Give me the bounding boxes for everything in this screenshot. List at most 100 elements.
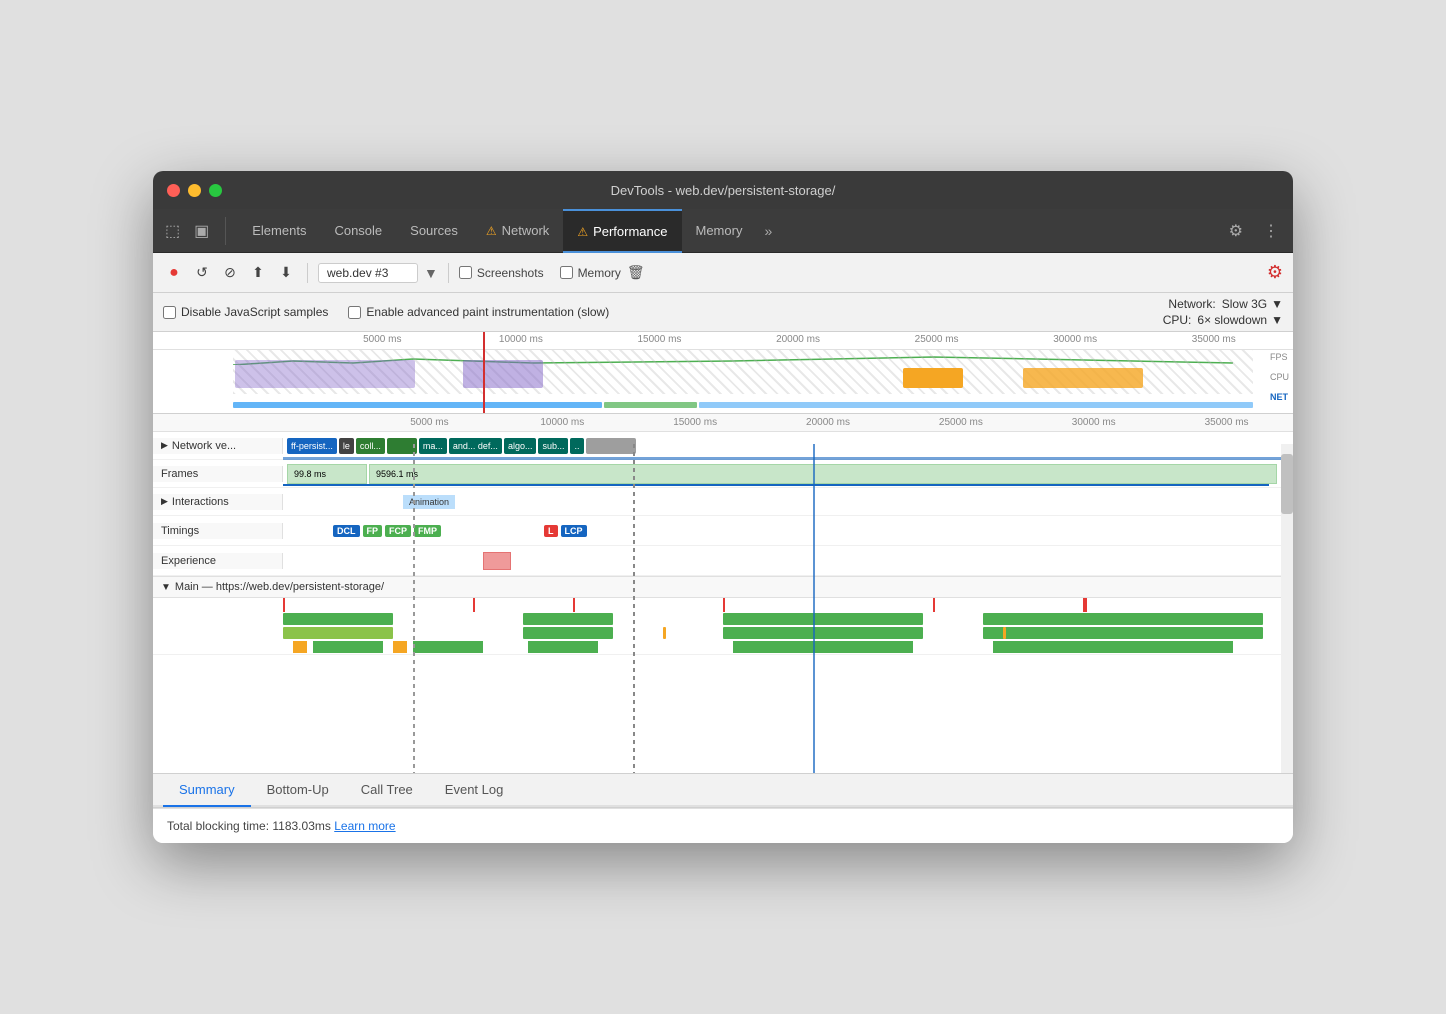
network-setting-label: Network:	[1168, 297, 1215, 311]
flame-chart-area[interactable]	[153, 598, 1293, 655]
timeline-cursor[interactable]	[483, 332, 485, 413]
overview-right-labels: FPS CPU NET	[1270, 352, 1289, 402]
red-tick-5	[933, 598, 935, 612]
advanced-paint-checkbox[interactable]	[348, 306, 361, 319]
ruler-30000: 30000 ms	[1006, 334, 1145, 349]
frames-track-content[interactable]: 99.8 ms 9596.1 ms	[283, 460, 1281, 488]
main-section-arrow[interactable]: ▼	[161, 582, 171, 593]
network-chip-7[interactable]: sub...	[538, 438, 568, 454]
memory-checkbox[interactable]	[560, 266, 573, 279]
network-track-content[interactable]: ff-persist... le coll... ma... and... de…	[283, 432, 1281, 460]
url-dropdown[interactable]: ▼	[424, 265, 438, 281]
experience-track-content[interactable]	[283, 546, 1281, 576]
tab-call-tree[interactable]: Call Tree	[345, 774, 429, 805]
record-button[interactable]: ●	[163, 262, 185, 284]
timing-lcp[interactable]: LCP	[561, 525, 587, 537]
timing-fp[interactable]: FP	[363, 525, 383, 537]
main-ruler-20000: 20000 ms	[762, 417, 895, 428]
network-chip-0[interactable]: ff-persist...	[287, 438, 337, 454]
experience-track-label: Experience	[153, 553, 283, 569]
tab-memory-label: Memory	[696, 223, 743, 238]
timings-track-row[interactable]: Timings DCL FP FCP FMP L LCP	[153, 516, 1293, 546]
ruler-10000: 10000 ms	[452, 334, 591, 349]
main-ruler-spacer	[233, 417, 363, 428]
network-dropdown[interactable]: Slow 3G ▼	[1222, 297, 1283, 311]
tab-summary[interactable]: Summary	[163, 774, 251, 805]
mixed-bar-4	[983, 627, 1263, 639]
main-scroll-thumb[interactable]	[1281, 454, 1293, 514]
close-button[interactable]	[167, 184, 180, 197]
network-chip-4[interactable]: ma...	[419, 438, 447, 454]
frames-track-row[interactable]: Frames 99.8 ms 9596.1 ms	[153, 460, 1293, 488]
reload-button[interactable]: ↺	[191, 262, 213, 284]
download-button[interactable]: ⬇	[275, 262, 297, 284]
tab-network[interactable]: ⚠ Network	[472, 209, 563, 253]
network-chip-3[interactable]	[387, 438, 417, 454]
clear-recordings-button[interactable]: 🗑	[627, 264, 645, 281]
tab-performance[interactable]: ⚠ Performance	[563, 209, 681, 253]
net-bar	[233, 402, 1253, 408]
tab-network-label: Network	[502, 223, 550, 238]
disable-js-checkbox[interactable]	[163, 306, 176, 319]
ruler-25000: 25000 ms	[867, 334, 1006, 349]
devtools-icons: ⬚ ▣	[161, 217, 226, 245]
tab-console[interactable]: Console	[320, 209, 396, 253]
interactions-track-row[interactable]: ▶ Interactions Animation	[153, 488, 1293, 516]
tab-memory[interactable]: Memory	[682, 209, 757, 253]
network-chip-2[interactable]: coll...	[356, 438, 385, 454]
animation-block[interactable]: Animation	[403, 495, 455, 509]
flame-yellow-2	[393, 641, 407, 653]
settings-icon[interactable]: ⚙	[1223, 217, 1249, 245]
interactions-track-content[interactable]: Animation	[283, 488, 1281, 516]
tab-bottom-up[interactable]: Bottom-Up	[251, 774, 345, 805]
screenshots-checkbox[interactable]	[459, 266, 472, 279]
network-chip-6[interactable]: algo...	[504, 438, 537, 454]
red-tick-3	[573, 598, 575, 612]
timings-track-content[interactable]: DCL FP FCP FMP L LCP	[283, 516, 1281, 546]
frame-block-2[interactable]: 9596.1 ms	[369, 464, 1277, 484]
network-chip-8[interactable]: ..	[570, 438, 583, 454]
main-timeline[interactable]: 5000 ms 10000 ms 15000 ms 20000 ms 25000…	[153, 414, 1293, 774]
more-options-icon[interactable]: ⋮	[1257, 217, 1285, 245]
network-chip-9[interactable]	[586, 438, 636, 454]
disable-js-label[interactable]: Disable JavaScript samples	[163, 305, 328, 319]
frame-block-1[interactable]: 99.8 ms	[287, 464, 367, 484]
experience-track-row[interactable]: Experience	[153, 546, 1293, 576]
performance-settings-icon[interactable]: ⚙	[1267, 262, 1283, 283]
network-chip-5[interactable]: and... def...	[449, 438, 502, 454]
cpu-dropdown[interactable]: 6× slowdown ▼	[1197, 313, 1283, 327]
timeline-overview[interactable]: 5000 ms 10000 ms 15000 ms 20000 ms 25000…	[153, 332, 1293, 414]
ruler-20000: 20000 ms	[729, 334, 868, 349]
screenshots-checkbox-label[interactable]: Screenshots	[459, 266, 544, 280]
tab-event-log[interactable]: Event Log	[429, 774, 520, 805]
network-track-arrow[interactable]: ▶	[161, 440, 168, 451]
flame-row-ticks-1	[283, 598, 1293, 612]
flame-row-green-1	[283, 612, 1293, 626]
flame-green-4	[528, 641, 598, 653]
minimize-button[interactable]	[188, 184, 201, 197]
learn-more-link[interactable]: Learn more	[334, 819, 395, 833]
timing-l[interactable]: L	[544, 525, 558, 537]
upload-button[interactable]: ⬆	[247, 262, 269, 284]
main-scrollbar[interactable]	[1281, 444, 1293, 773]
experience-block[interactable]	[483, 552, 511, 570]
advanced-paint-label[interactable]: Enable advanced paint instrumentation (s…	[348, 305, 609, 319]
ruler-35000: 35000 ms	[1144, 334, 1283, 349]
more-tabs-button[interactable]: »	[756, 223, 780, 239]
device-icon[interactable]: ▣	[190, 217, 213, 245]
main-section-header[interactable]: ▼ Main — https://web.dev/persistent-stor…	[153, 576, 1293, 598]
cursor-icon[interactable]: ⬚	[161, 217, 184, 245]
toolbar-separator-1	[307, 263, 308, 283]
network-track-row[interactable]: ▶ Network ve... ff-persist... le coll...…	[153, 432, 1293, 460]
network-chip-1[interactable]: le	[339, 438, 354, 454]
memory-checkbox-label[interactable]: Memory	[560, 266, 621, 280]
tab-elements[interactable]: Elements	[238, 209, 320, 253]
timing-dcl[interactable]: DCL	[333, 525, 360, 537]
interactions-arrow[interactable]: ▶	[161, 496, 168, 507]
timing-fcp[interactable]: FCP	[385, 525, 411, 537]
timing-fmp[interactable]: FMP	[414, 525, 441, 537]
maximize-button[interactable]	[209, 184, 222, 197]
screenshots-label: Screenshots	[477, 266, 544, 280]
clear-button[interactable]: ⊘	[219, 262, 241, 284]
tab-sources[interactable]: Sources	[396, 209, 472, 253]
